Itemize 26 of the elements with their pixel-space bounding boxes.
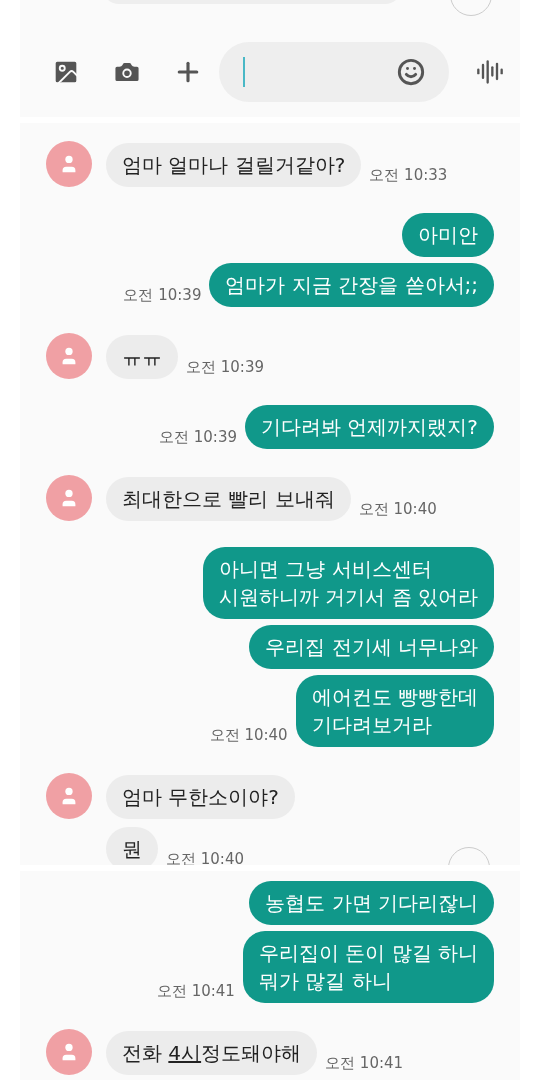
message-time: 오전 10:40	[209, 726, 288, 745]
sticker-icon[interactable]	[397, 58, 426, 86]
sent-message: 우리집 전기세 너무나와	[249, 625, 494, 669]
sent-message: 에어컨도 빵빵한데 기다려보거라	[295, 675, 494, 747]
received-message: 엄마 얼마나 걸릴거같아?	[106, 143, 362, 187]
message-time: 오전 10:41	[325, 1054, 404, 1073]
message-time: 오전 10:39	[186, 358, 264, 377]
sent-message: 아니면 그냥 서비스센터 시원하니까 거기서 좀 있어라	[202, 547, 494, 619]
message-time: 오전 10:40	[358, 500, 437, 519]
received-message: 뭔	[106, 827, 158, 865]
text-cursor	[242, 57, 245, 87]
sent-message: 엄마가 지금 간장을 쏟아서;;	[209, 263, 494, 307]
message-time: 오전 10:40	[166, 850, 244, 865]
sent-message: 아미안	[402, 213, 494, 257]
message-time: 오전 10:33	[369, 166, 448, 185]
sent-message: 농협도 가면 기다리잖니	[249, 881, 494, 925]
waveform-icon	[475, 58, 504, 86]
received-message: 전화 4시정도돼야해	[106, 1031, 318, 1075]
received-message: 엄마 무한소이야?	[106, 775, 295, 819]
message-time: 오전 10:41	[156, 982, 235, 1001]
message-time: 오전 10:39	[123, 286, 202, 305]
message-time: 오전 10:39	[159, 428, 237, 447]
sent-message: 기다려봐 언제까지랬지?	[245, 405, 494, 449]
received-message: ㅠㅠ	[106, 335, 178, 379]
received-message: 최대한으로 빨리 보내줘	[106, 477, 351, 521]
sent-message: 우리집이 돈이 많길 하니 뭐가 많길 하니	[242, 931, 494, 1003]
